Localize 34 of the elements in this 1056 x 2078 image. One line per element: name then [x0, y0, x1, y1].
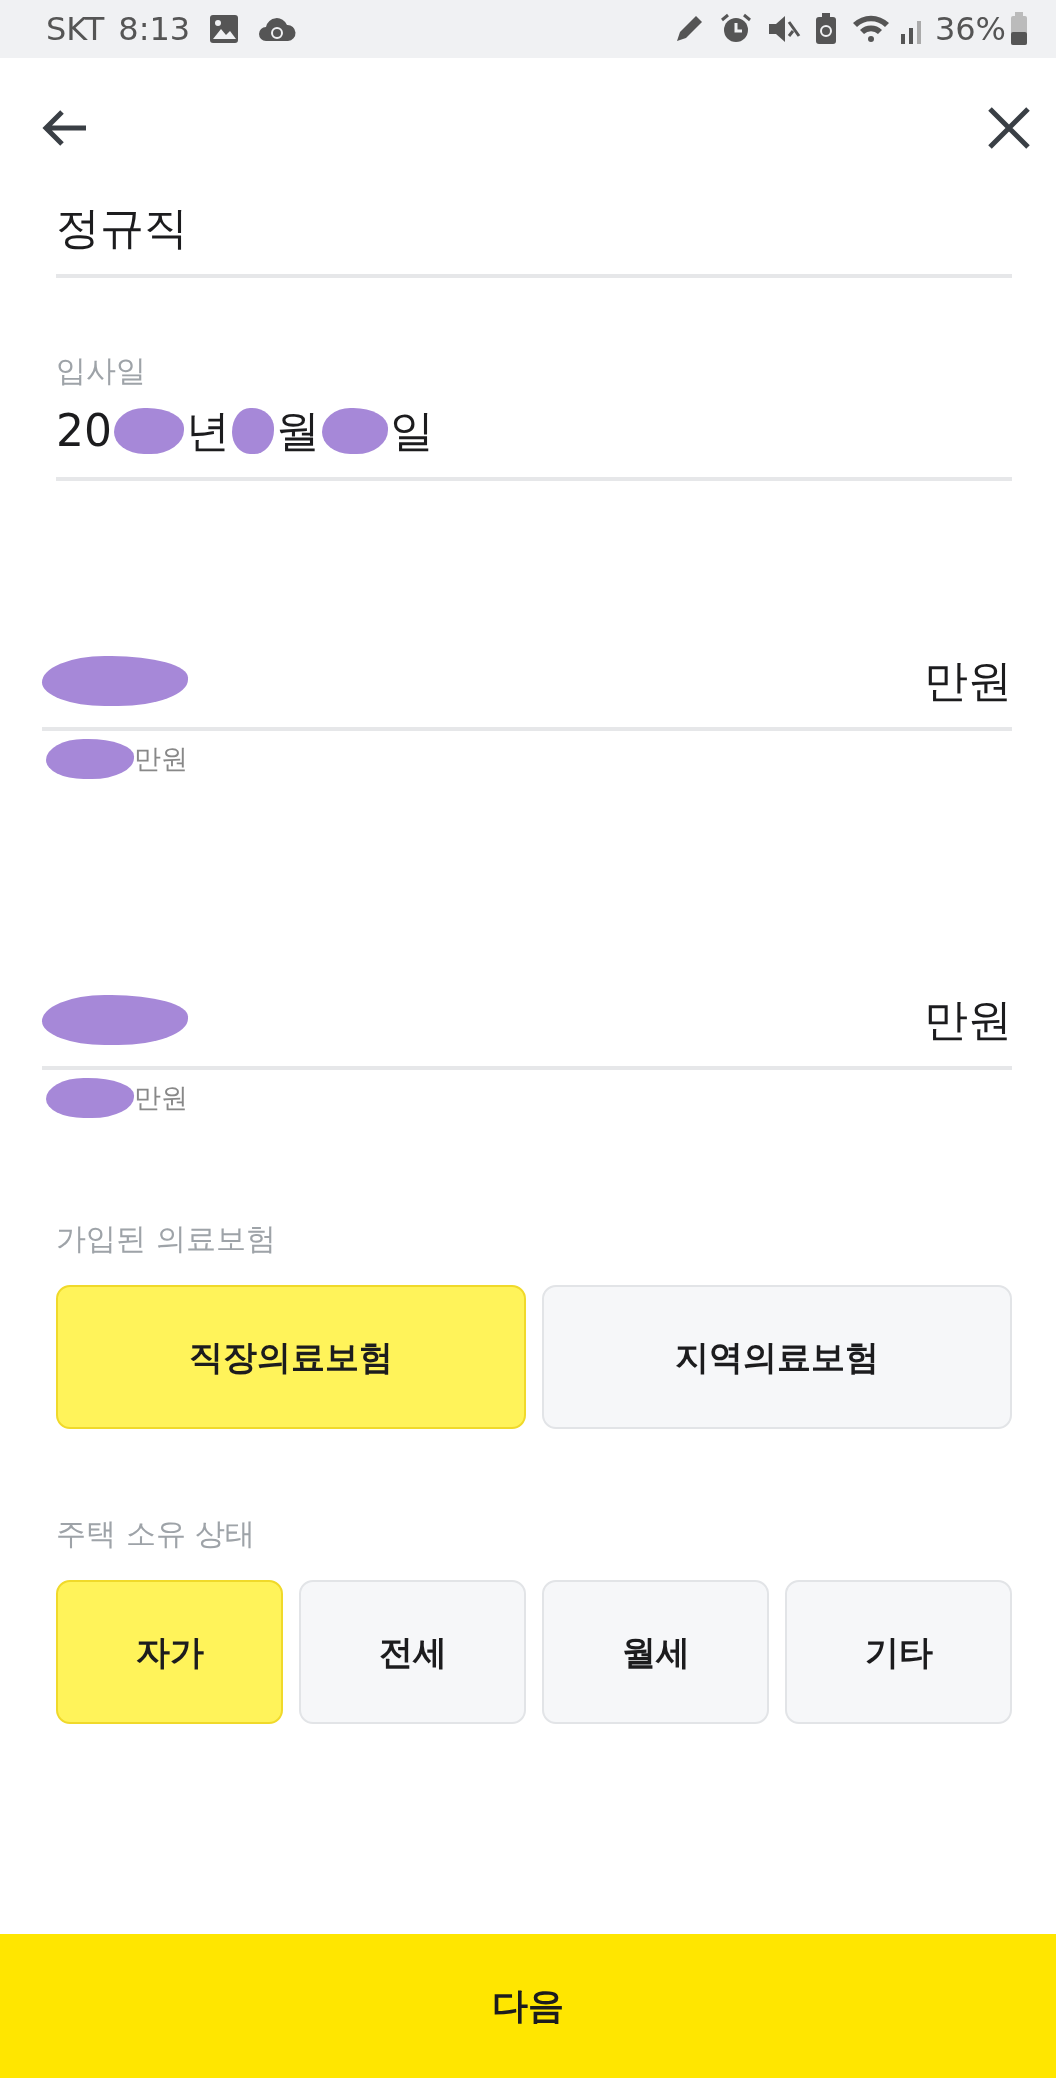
amount-field[interactable]: 만원	[42, 651, 1012, 731]
unit-text: 만원	[924, 992, 1012, 1047]
option-button[interactable]: 월세	[542, 1580, 769, 1724]
section-label: 가입된 의료보험	[56, 1220, 277, 1258]
cloud-icon	[258, 15, 297, 43]
carrier-text: SKT	[46, 9, 105, 50]
amount-field[interactable]: 만원	[42, 989, 1012, 1070]
option-button[interactable]: 기타	[785, 1580, 1012, 1724]
mute-icon	[766, 14, 801, 44]
date-field[interactable]: 20 년 월 일	[56, 401, 1012, 481]
unit-text: 만원	[924, 654, 1012, 708]
date-text: 년	[186, 404, 230, 458]
option-button[interactable]: 전세	[299, 1580, 526, 1724]
hint-text: 만원	[134, 742, 188, 776]
option-button[interactable]: 지역의료보험	[542, 1285, 1012, 1429]
option-button[interactable]: 자가	[56, 1580, 283, 1724]
image-icon	[208, 13, 241, 45]
battery-icon	[1010, 12, 1028, 46]
field-label: 입사일	[56, 352, 147, 390]
hint-text: 만원	[134, 1080, 188, 1115]
clock-text: 8:13	[118, 9, 191, 50]
option-button[interactable]: 직장의료보험	[56, 1285, 526, 1429]
input-field[interactable]: 정규직	[56, 198, 1012, 278]
next-button[interactable]: 다음	[0, 1934, 1056, 2078]
redaction-mark	[114, 408, 184, 454]
date-text: 20	[56, 404, 112, 458]
close-button[interactable]	[986, 105, 1032, 151]
battery-text: 36%	[934, 9, 1006, 50]
battery-saver-icon	[814, 13, 837, 45]
section-label: 주택 소유 상태	[56, 1515, 257, 1553]
redaction-mark	[322, 408, 388, 454]
date-text: 일	[390, 404, 434, 458]
date-text: 월	[276, 404, 320, 458]
redaction-mark	[232, 408, 274, 454]
